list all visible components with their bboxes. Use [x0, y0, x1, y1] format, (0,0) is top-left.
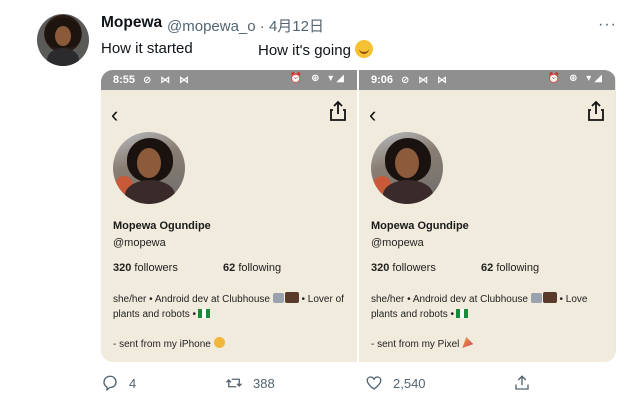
status-bar: 8:55 ⊘ ⋈ ⋈ ⏰ ⊕ ▾◢ — [101, 70, 357, 90]
retweet-count: 388 — [253, 375, 275, 391]
bio-line1-b: • Lover of — [301, 294, 344, 305]
profile-handle: @mopewa — [113, 237, 166, 249]
sent-from-note: - sent from my iPhone — [113, 337, 225, 350]
following-label: following — [496, 262, 540, 274]
avatar-face — [55, 26, 71, 46]
nigeria-flag-icon — [198, 309, 210, 318]
technologist-emoji-icon — [284, 292, 299, 303]
bio-line2: plants and robots • — [371, 309, 454, 320]
profile-name: Mopewa Ogundipe — [371, 220, 469, 232]
followers-count: 320 — [113, 262, 132, 274]
avatar-body — [47, 48, 79, 66]
profile-bio: she/her • Android dev at Clubhouse • Lov… — [113, 292, 363, 322]
technologist-emoji-icon — [542, 292, 557, 303]
bio-line1-b: • Love — [559, 294, 588, 305]
followers-label: followers — [392, 262, 436, 274]
profile-name: Mopewa Ogundipe — [113, 220, 211, 232]
bio-line1-a: she/her • Android dev at Clubhouse — [371, 294, 528, 305]
author-handle-line: @mopewa_o · 4月12日 — [167, 15, 324, 36]
bio-line2: plants and robots • — [113, 309, 196, 320]
status-notification-icons: ⊘ ⋈ ⋈ — [143, 74, 192, 86]
status-time: 9:06 — [371, 74, 394, 86]
author-handle[interactable]: @mopewa_o — [167, 18, 256, 35]
profile-stats: 320 followers 62 following — [371, 262, 539, 274]
smiling-face-emoji-icon — [354, 40, 373, 58]
sent-from-text: - sent from my Pixel — [371, 339, 460, 350]
status-system-icons: ⏰ ⊕ ▾◢ — [289, 73, 347, 84]
robot-emoji-icon — [272, 293, 284, 303]
reply-icon — [103, 375, 117, 392]
sent-from-text: - sent from my iPhone — [113, 339, 211, 350]
following-stat: 62 following — [481, 262, 539, 274]
heart-icon — [366, 376, 382, 390]
followers-label: followers — [134, 262, 178, 274]
reply-count: 4 — [129, 375, 137, 391]
following-count: 62 — [481, 262, 494, 274]
more-options-icon[interactable]: ··· — [598, 16, 617, 34]
screenshot-iphone[interactable]: 8:55 ⊘ ⋈ ⋈ ⏰ ⊕ ▾◢ ‹ Mopewa Ogundipe @mop… — [101, 70, 357, 362]
profile-photo — [113, 132, 185, 204]
robot-emoji-icon — [530, 293, 542, 303]
status-time: 8:55 — [113, 74, 136, 86]
like-count: 2,540 — [393, 375, 426, 391]
profile-photo — [371, 132, 443, 204]
profile-stats: 320 followers 62 following — [113, 262, 281, 274]
status-notification-icons: ⊘ ⋈ ⋈ — [401, 74, 450, 86]
caption-how-its-going: How it's going — [258, 42, 351, 59]
screenshot-pixel[interactable]: 9:06 ⊘ ⋈ ⋈ ⏰ ⊕ ▾◢ ‹ Mopewa Ogundipe @mop… — [359, 70, 615, 362]
share-icon — [330, 100, 346, 121]
author-display-name[interactable]: Mopewa — [101, 14, 162, 32]
caption-how-its-going-line: How it's going — [258, 40, 373, 59]
tweet-action-bar: 4 388 2,540 — [101, 374, 541, 396]
share-tweet-button[interactable] — [513, 374, 531, 392]
author-avatar[interactable] — [37, 14, 89, 66]
photo-face — [137, 148, 161, 178]
nigeria-flag-icon — [456, 309, 468, 318]
share-upload-icon — [515, 375, 529, 390]
sent-from-note: - sent from my Pixel — [371, 337, 474, 350]
following-label: following — [238, 262, 282, 274]
photo-face — [395, 148, 419, 178]
retweet-button[interactable]: 388 — [225, 374, 275, 392]
tweet-media-grid[interactable]: 8:55 ⊘ ⋈ ⋈ ⏰ ⊕ ▾◢ ‹ Mopewa Ogundipe @mop… — [101, 70, 616, 362]
retweet-icon — [226, 378, 242, 388]
profile-handle: @mopewa — [371, 237, 424, 249]
caption-how-it-started: How it started — [101, 40, 193, 57]
photo-body — [125, 180, 175, 204]
following-count: 62 — [223, 262, 236, 274]
back-arrow-icon: ‹ — [369, 102, 377, 127]
followers-stat: 320 followers — [371, 262, 481, 274]
dot-separator: · — [259, 18, 265, 35]
party-popper-emoji-icon — [462, 337, 474, 348]
photo-body — [383, 180, 433, 204]
back-arrow-icon: ‹ — [111, 102, 119, 127]
profile-bio: she/her • Android dev at Clubhouse • Lov… — [371, 292, 616, 322]
status-bar: 9:06 ⊘ ⋈ ⋈ ⏰ ⊕ ▾◢ — [359, 70, 615, 90]
followers-stat: 320 followers — [113, 262, 223, 274]
bio-line1-a: she/her • Android dev at Clubhouse — [113, 294, 270, 305]
share-icon — [588, 100, 604, 121]
followers-count: 320 — [371, 262, 390, 274]
reply-button[interactable]: 4 — [101, 374, 136, 392]
status-system-icons: ⏰ ⊕ ▾◢ — [547, 73, 605, 84]
tweet-date[interactable]: 4月12日 — [269, 18, 324, 35]
like-button[interactable]: 2,540 — [365, 374, 426, 392]
upside-down-face-emoji-icon — [213, 337, 225, 348]
following-stat: 62 following — [223, 262, 281, 274]
